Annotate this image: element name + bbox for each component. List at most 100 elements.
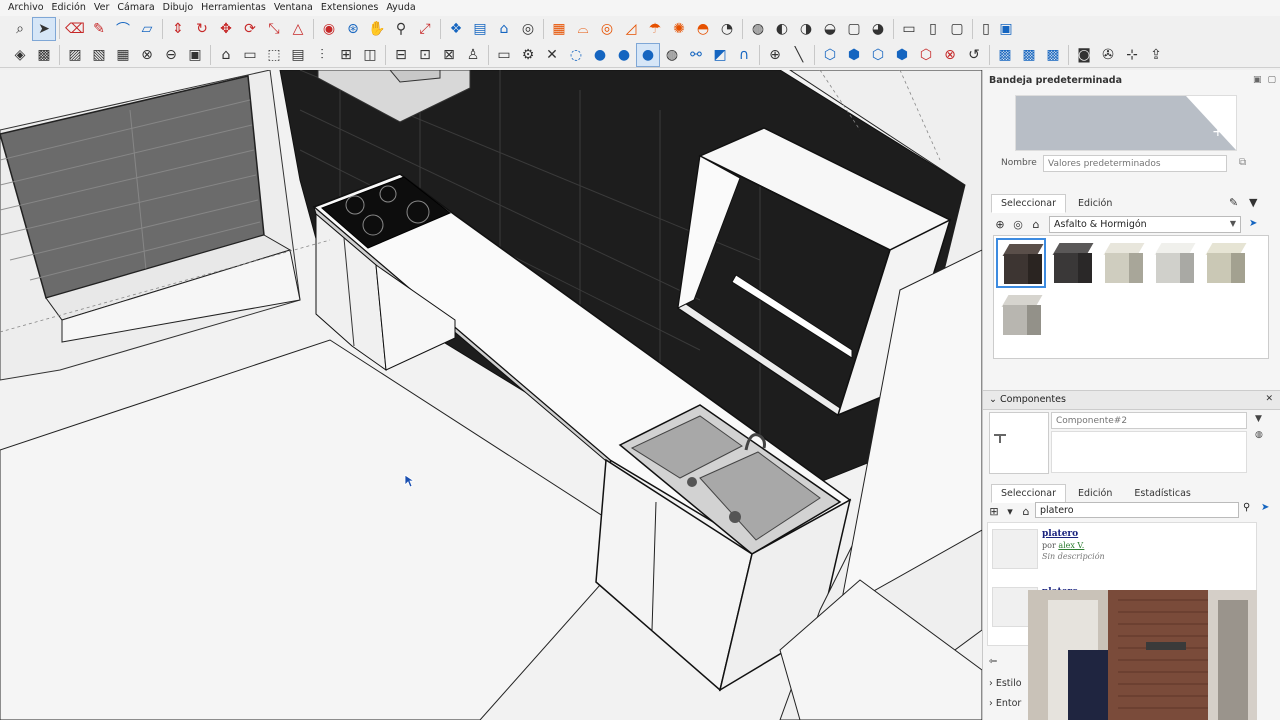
new-file-icon[interactable]: ▭ bbox=[897, 17, 921, 41]
monochrome-icon[interactable]: ⊖ bbox=[159, 43, 183, 67]
wireframe-icon[interactable]: ▨ bbox=[63, 43, 87, 67]
material-swatch[interactable] bbox=[996, 238, 1046, 288]
eyedropper-icon[interactable]: ✎ bbox=[1229, 196, 1238, 209]
material-swatch[interactable] bbox=[996, 290, 1046, 340]
link-icon[interactable]: ⚯ bbox=[684, 43, 708, 67]
shape-icon[interactable]: ⬢ bbox=[890, 43, 914, 67]
menu-herramientas[interactable]: Herramientas bbox=[197, 0, 270, 16]
water-drop-icon[interactable]: ◌ bbox=[564, 43, 588, 67]
menu-camara[interactable]: Cámara bbox=[113, 0, 158, 16]
magnet-icon[interactable]: ∩ bbox=[732, 43, 756, 67]
styles-section-header[interactable]: › Estilo bbox=[989, 678, 1022, 689]
follow-me-icon[interactable]: ↻ bbox=[190, 17, 214, 41]
selected-drop-icon[interactable]: ● bbox=[636, 42, 660, 67]
mobile-icon[interactable]: ▯ bbox=[921, 17, 945, 41]
tab-seleccionar[interactable]: Seleccionar bbox=[991, 194, 1067, 213]
search-icon[interactable]: ⌕ bbox=[8, 17, 32, 41]
component-browser-icon[interactable]: ⊠ bbox=[437, 43, 461, 67]
save-icon[interactable]: ◒ bbox=[818, 17, 842, 41]
back-icon[interactable]: ⇦ bbox=[989, 656, 997, 667]
push-pull-icon[interactable]: ⇕ bbox=[166, 17, 190, 41]
ocl-icon[interactable]: ◙ bbox=[1072, 43, 1096, 67]
hidden-line-icon[interactable]: ▧ bbox=[87, 43, 111, 67]
home-icon[interactable]: ⌂ bbox=[1029, 218, 1043, 231]
stamp-icon[interactable]: ▤ bbox=[468, 17, 492, 41]
xray-icon[interactable]: ◈ bbox=[8, 43, 32, 67]
search-input[interactable] bbox=[1035, 502, 1239, 518]
blue-drop-icon[interactable]: ● bbox=[612, 43, 636, 67]
component-description[interactable] bbox=[1051, 431, 1247, 473]
top-icon[interactable]: ▭ bbox=[238, 43, 262, 67]
material-swatch[interactable] bbox=[1200, 238, 1250, 288]
scenes-icon[interactable]: ◎ bbox=[595, 17, 619, 41]
move-icon[interactable]: ✥ bbox=[214, 17, 238, 41]
layers-icon[interactable]: ⌓ bbox=[571, 17, 595, 41]
rectangle-icon[interactable]: ▱ bbox=[135, 17, 159, 41]
tag-icon[interactable]: ◐ bbox=[770, 17, 794, 41]
menu-ayuda[interactable]: Ayuda bbox=[382, 0, 419, 16]
section-fill-icon[interactable]: ⊡ bbox=[413, 43, 437, 67]
front-icon[interactable]: ⬚ bbox=[262, 43, 286, 67]
material-swatch[interactable] bbox=[1149, 238, 1199, 288]
pencil-line-icon[interactable]: ✎ bbox=[87, 17, 111, 41]
search-icon[interactable]: ⚲ bbox=[1243, 502, 1250, 513]
print-icon[interactable]: ◕ bbox=[866, 17, 890, 41]
back-icon[interactable]: ⫶ bbox=[310, 43, 334, 67]
backedges-icon[interactable]: ▩ bbox=[32, 43, 56, 67]
tab-edicion[interactable]: Edición bbox=[1068, 484, 1123, 503]
shape-icon[interactable]: ⬡ bbox=[866, 43, 890, 67]
walk-icon[interactable]: ♙ bbox=[461, 43, 485, 67]
home-icon[interactable]: ⌂ bbox=[1019, 505, 1033, 518]
outliner-icon[interactable]: ◓ bbox=[691, 17, 715, 41]
view-options-icon[interactable]: ⊞ bbox=[987, 505, 1001, 518]
shaded-icon[interactable]: ▦ bbox=[111, 43, 135, 67]
iso-icon[interactable]: ⌂ bbox=[214, 43, 238, 67]
menu-ver[interactable]: Ver bbox=[90, 0, 114, 16]
scale-icon[interactable]: ⤡ bbox=[262, 17, 286, 41]
rotate-icon[interactable]: ⟳ bbox=[238, 17, 262, 41]
chevron-down-icon[interactable]: ▾ bbox=[1003, 505, 1017, 518]
material-swatch[interactable] bbox=[1098, 238, 1148, 288]
list-item[interactable]: platero por alex V. Sin descripción bbox=[988, 523, 1256, 577]
shape-icon[interactable]: ⬡ bbox=[818, 43, 842, 67]
plugin-blue-icon[interactable]: ◩ bbox=[708, 43, 732, 67]
gear-icon[interactable]: ⚙ bbox=[516, 43, 540, 67]
texture-icon[interactable]: ▩ bbox=[1041, 43, 1065, 67]
orbit-icon[interactable]: ⊛ bbox=[341, 17, 365, 41]
red-x-icon[interactable]: ⊗ bbox=[938, 43, 962, 67]
menu-ventana[interactable]: Ventana bbox=[270, 0, 317, 16]
warehouse-icon[interactable]: ⌂ bbox=[492, 17, 516, 41]
component-icon[interactable]: ◍ bbox=[746, 17, 770, 41]
components-section-header[interactable]: ⌄ Componentes ✕ bbox=[983, 390, 1280, 410]
zoom-extents-icon[interactable]: ⤢ bbox=[413, 17, 437, 41]
delete-icon[interactable]: ✕ bbox=[540, 43, 564, 67]
paint-bucket-icon[interactable]: ◉ bbox=[317, 17, 341, 41]
section-plane-icon[interactable]: ⊟ bbox=[389, 43, 413, 67]
window-icon[interactable]: ▢ bbox=[945, 17, 969, 41]
styles-icon[interactable]: ▦ bbox=[547, 17, 571, 41]
line-tool-icon[interactable]: ╲ bbox=[787, 43, 811, 67]
tab-estadisticas[interactable]: Estadísticas bbox=[1124, 484, 1201, 503]
share-icon[interactable]: ⇪ bbox=[1144, 43, 1168, 67]
close-icon[interactable]: ▢ bbox=[1267, 75, 1276, 85]
add-circle-icon[interactable]: ⊕ bbox=[763, 43, 787, 67]
environment-section-header[interactable]: › Entor bbox=[989, 698, 1021, 709]
shape-icon[interactable]: ⬢ bbox=[842, 43, 866, 67]
copy-icon[interactable]: ⧉ bbox=[1239, 157, 1246, 168]
folder-icon[interactable]: ▣ bbox=[996, 17, 1016, 41]
right-icon[interactable]: ▤ bbox=[286, 43, 310, 67]
left-icon[interactable]: ⊞ bbox=[334, 43, 358, 67]
material-name-field[interactable] bbox=[1043, 155, 1227, 172]
pushpin-icon[interactable]: ◎ bbox=[516, 17, 540, 41]
export-icon[interactable]: ✇ bbox=[1096, 43, 1120, 67]
forward-icon[interactable]: ➤ bbox=[1261, 502, 1269, 513]
tape-measure-icon[interactable]: △ bbox=[286, 17, 310, 41]
add-material-icon[interactable]: ⊕ bbox=[993, 218, 1007, 231]
extension-icon[interactable]: ◑ bbox=[794, 17, 818, 41]
sketchy-icon[interactable]: ▣ bbox=[183, 43, 207, 67]
refresh-icon[interactable]: ↺ bbox=[962, 43, 986, 67]
export-icon[interactable]: ▼ bbox=[1255, 414, 1263, 424]
solar-icon[interactable]: ☂ bbox=[643, 17, 667, 41]
pin-icon[interactable]: ▣ bbox=[1253, 75, 1262, 85]
menu-edicion[interactable]: Edición bbox=[48, 0, 90, 16]
